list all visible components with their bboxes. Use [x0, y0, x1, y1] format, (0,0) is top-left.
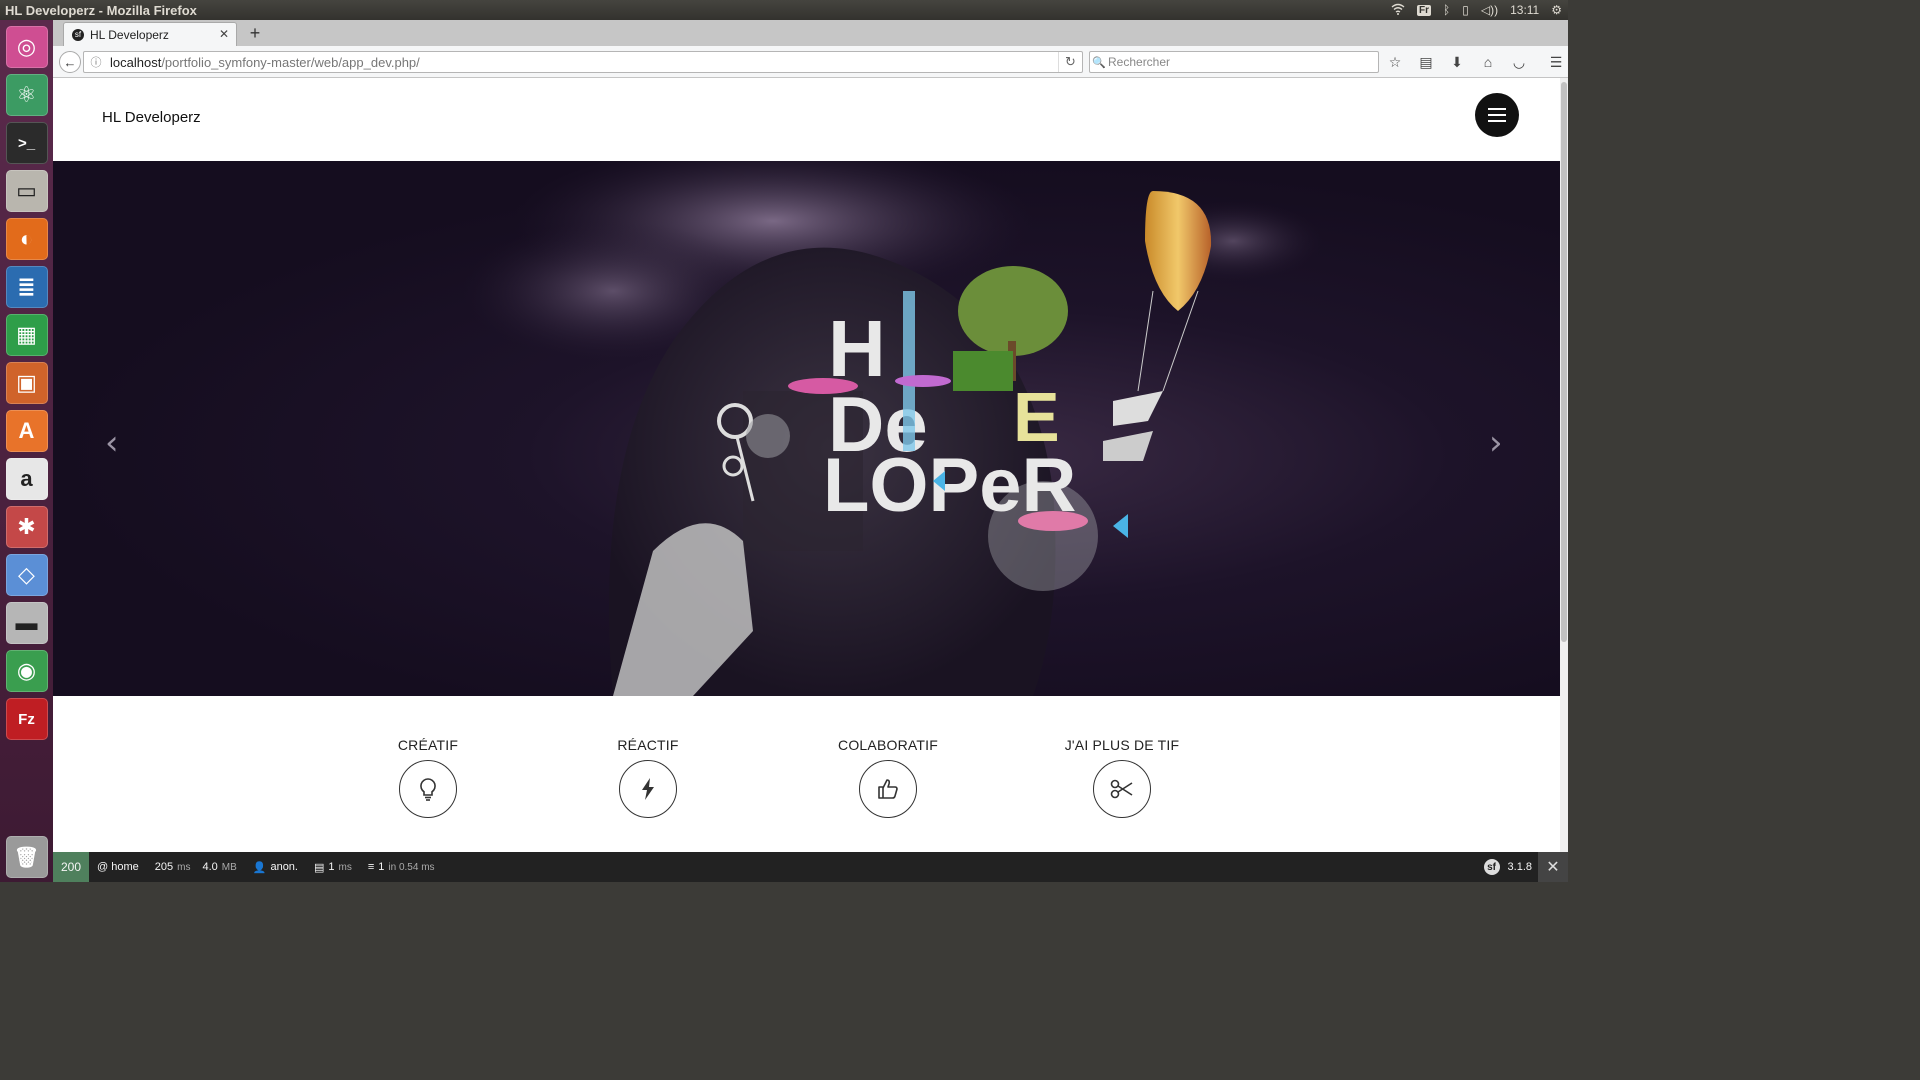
feature-colaboratif: COLABORATIF: [808, 737, 968, 818]
unity-launcher: ◎ ⚛ >_ ▭ ◐ ≣ ▦ ▣ Aa ✱ ◇ ▬ ◉ Fz 🗑: [0, 20, 53, 882]
feature-label: COLABORATIF: [838, 737, 938, 753]
volume-icon[interactable]: ◁)): [1481, 3, 1498, 17]
url-path: /portfolio_symfony-master/web/app_dev.ph…: [161, 54, 420, 70]
feature-label: RÉACTIF: [617, 737, 679, 753]
site-info-icon[interactable]: ⓘ: [88, 54, 104, 70]
toolbar-icons: ☆ ▤ ⬇ ⌂ ◡ ☰: [1385, 51, 1566, 73]
software-center-icon[interactable]: A: [5, 410, 48, 452]
feature-reactif: RÉACTIF: [568, 737, 728, 818]
files-icon[interactable]: ▭: [5, 170, 48, 212]
database-icon: ≡: [367, 861, 375, 873]
downloads-icon[interactable]: ⬇: [1447, 51, 1467, 73]
symfony-logo-icon: sf: [1483, 859, 1500, 875]
carousel-next-arrow-icon[interactable]: ›: [1489, 423, 1503, 463]
carousel-prev-arrow-icon[interactable]: ‹: [105, 423, 119, 463]
lightning-icon: [619, 760, 677, 818]
new-tab-button[interactable]: +: [243, 22, 267, 44]
symfony-version: 3.1.8: [1507, 861, 1532, 873]
symfony-favicon-icon: sf: [72, 28, 84, 41]
feature-jai-plus-de-tif: J'AI PLUS DE TIF: [1042, 737, 1202, 818]
system-settings-icon[interactable]: ✱: [5, 506, 48, 548]
feature-creatif: CRÉATIF: [348, 737, 508, 818]
reload-icon[interactable]: ↻: [1058, 52, 1082, 72]
filezilla-icon[interactable]: Fz: [5, 698, 48, 740]
url-bar[interactable]: ⓘ localhost/portfolio_symfony-master/web…: [83, 51, 1083, 73]
calc-icon[interactable]: ▦: [5, 314, 48, 356]
system-tray: Fr ᛒ ▯ ◁)) 13:11 ⚙: [1391, 0, 1562, 20]
bookmarks-list-icon[interactable]: ▤: [1416, 51, 1436, 73]
keyboard-layout-indicator[interactable]: Fr: [1417, 4, 1432, 16]
clock[interactable]: 13:11: [1510, 3, 1539, 17]
database-segment[interactable]: ≡ 1 in 0.54 ms: [360, 852, 443, 882]
amazon-icon[interactable]: a: [5, 458, 48, 500]
scissors-icon: [1093, 760, 1151, 818]
chrome-icon[interactable]: ◉: [5, 650, 48, 692]
bluetooth-icon[interactable]: ᛒ: [1443, 3, 1450, 17]
search-placeholder: Rechercher: [1108, 55, 1171, 69]
search-bar[interactable]: 🔍 Rechercher: [1089, 51, 1379, 73]
firefox-icon[interactable]: ◐: [5, 218, 48, 260]
url-host: localhost: [110, 54, 162, 70]
page-viewport: HL Developerz H De E LOPeR ‹ › CRÉATIF R…: [53, 78, 1560, 852]
feature-label: J'AI PLUS DE TIF: [1064, 737, 1180, 753]
thumbs-up-icon: [859, 760, 917, 818]
lightbulb-icon: [399, 760, 457, 818]
home-icon[interactable]: ⌂: [1478, 51, 1498, 73]
pocket-icon[interactable]: ◡: [1509, 51, 1529, 73]
site-brand[interactable]: HL Developerz: [102, 109, 201, 126]
time-segment[interactable]: 205 ms 4.0 MB: [147, 852, 245, 882]
navigation-toolbar: ← ⓘ localhost/portfolio_symfony-master/w…: [53, 46, 1568, 78]
atom-icon[interactable]: ⚛: [5, 74, 48, 116]
tab-strip: sf HL Developerz ✕ +: [53, 20, 1568, 46]
page-scrollbar[interactable]: [1560, 78, 1568, 852]
back-button[interactable]: ←: [59, 51, 81, 73]
window-title: HL Developerz - Mozilla Firefox: [5, 2, 197, 18]
template-icon: ▤: [313, 861, 325, 874]
status-code-badge[interactable]: 200: [53, 852, 89, 882]
ubuntu-dash-icon[interactable]: ◎: [5, 26, 48, 68]
site-header: HL Developerz: [53, 78, 1560, 161]
features-section: CRÉATIF RÉACTIF COLABORATIF J'AI PLUS DE…: [53, 696, 1560, 852]
user-icon: 👤: [252, 861, 267, 874]
route-segment[interactable]: @ home: [89, 852, 147, 882]
hero-artwork-image: H De E LOPeR: [463, 161, 1323, 696]
user-segment[interactable]: 👤 anon.: [245, 852, 306, 882]
impress-icon[interactable]: ▣: [5, 362, 48, 404]
writer-icon[interactable]: ≣: [5, 266, 48, 308]
hero-carousel: H De E LOPeR ‹ ›: [53, 161, 1560, 696]
close-tab-icon[interactable]: ✕: [219, 27, 229, 41]
tab-title: HL Developerz: [90, 27, 169, 42]
wifi-icon[interactable]: [1391, 3, 1405, 18]
close-toolbar-icon[interactable]: ✕: [1538, 852, 1568, 882]
symfony-debug-toolbar: 200 @ home 205 ms 4.0 MB 👤 anon. ▤ 1 ms ≡ 1 in 0…: [53, 852, 1568, 882]
site-menu-button[interactable]: [1475, 93, 1519, 137]
menu-icon[interactable]: ☰: [1546, 51, 1566, 73]
search-icon: 🔍: [1092, 56, 1106, 69]
firefox-window: sf HL Developerz ✕ + ← ⓘ localhost/portf…: [53, 20, 1568, 882]
symfony-version-segment[interactable]: sf 3.1.8: [1483, 852, 1532, 882]
twig-segment[interactable]: ▤ 1 ms: [306, 852, 360, 882]
tab-hl-developerz[interactable]: sf HL Developerz ✕: [63, 22, 237, 46]
feature-label: CRÉATIF: [397, 737, 459, 753]
bookmark-star-icon[interactable]: ☆: [1385, 51, 1405, 73]
virtualbox-icon[interactable]: ◇: [5, 554, 48, 596]
scrollbar-thumb[interactable]: [1561, 82, 1567, 642]
gear-icon[interactable]: ⚙: [1551, 3, 1562, 17]
terminal-icon[interactable]: >_: [5, 122, 48, 164]
os-top-panel: HL Developerz - Mozilla Firefox Fr ᛒ ▯ ◁…: [0, 0, 1568, 20]
disk-icon[interactable]: ▬: [5, 602, 48, 644]
battery-icon[interactable]: ▯: [1462, 3, 1469, 17]
trash-icon[interactable]: 🗑: [5, 836, 48, 878]
